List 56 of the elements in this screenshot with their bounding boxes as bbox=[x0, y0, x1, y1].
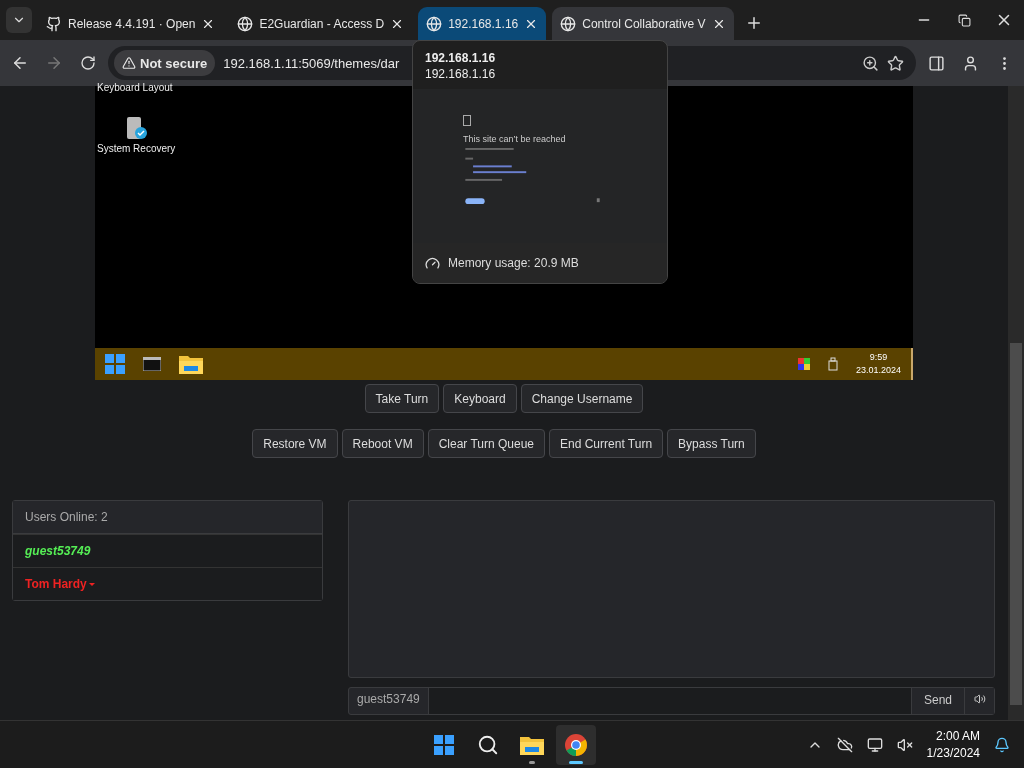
preview-title: 192.168.1.16 bbox=[425, 51, 497, 65]
vm-control-button[interactable]: Change Username bbox=[520, 384, 644, 413]
volume-muted-icon[interactable] bbox=[896, 736, 913, 753]
cloud-off-icon[interactable] bbox=[836, 736, 853, 753]
preview-url: 192.168.1.16 bbox=[425, 67, 497, 81]
browser-tab[interactable]: Release 4.4.191 · Open bbox=[38, 7, 224, 40]
vm-clock-time: 9:59 bbox=[869, 351, 888, 364]
back-icon[interactable] bbox=[11, 54, 29, 72]
vm-control-button[interactable]: Bypass Turn bbox=[667, 429, 756, 458]
folder-icon[interactable] bbox=[520, 734, 544, 755]
search-icon[interactable] bbox=[477, 733, 499, 756]
clock-time[interactable]: 2:00 AM bbox=[935, 727, 980, 745]
reload-icon[interactable] bbox=[80, 55, 96, 71]
security-chip[interactable]: Not secure bbox=[114, 50, 216, 76]
gauge-icon bbox=[425, 255, 440, 271]
browser-tab[interactable]: 192.168.1.16 bbox=[418, 7, 547, 40]
clock-date[interactable]: 1/23/2024 bbox=[926, 744, 980, 762]
github-icon bbox=[46, 15, 62, 32]
vm-control-button[interactable]: Restore VM bbox=[252, 429, 338, 458]
user-name[interactable]: Tom Hardy bbox=[25, 577, 95, 591]
vm-control-button[interactable]: Take Turn bbox=[364, 384, 440, 413]
usb-icon bbox=[827, 357, 838, 371]
taskbar-app[interactable] bbox=[556, 724, 596, 765]
vm-control-button[interactable]: Keyboard bbox=[443, 384, 517, 413]
side-panel-icon[interactable] bbox=[927, 54, 945, 72]
thumbnail-heading: This site can’t be reached bbox=[463, 134, 567, 144]
vm-control-button[interactable]: Reboot VM bbox=[341, 429, 424, 458]
windows-logo-icon[interactable] bbox=[105, 354, 125, 374]
browser-tab[interactable]: E2Guardian - Access D bbox=[229, 7, 413, 40]
vm-control-button[interactable]: End Current Turn bbox=[549, 429, 664, 458]
color-app-icon bbox=[797, 358, 810, 370]
scrollbar-thumb[interactable] bbox=[1010, 343, 1022, 705]
chrome-icon[interactable] bbox=[564, 732, 588, 757]
warning-icon bbox=[122, 56, 136, 70]
user-name[interactable]: guest53749 bbox=[25, 544, 91, 558]
terminal-icon[interactable] bbox=[143, 357, 161, 371]
folder-icon[interactable] bbox=[179, 354, 203, 374]
network-icon[interactable] bbox=[866, 736, 883, 753]
users-online-header: Users Online: 2 bbox=[13, 501, 322, 534]
tab-list-button[interactable] bbox=[6, 7, 32, 33]
windows-logo-icon[interactable] bbox=[434, 734, 454, 755]
notification-bell-icon[interactable] bbox=[994, 736, 1010, 753]
drive-check-icon[interactable] bbox=[124, 115, 149, 141]
vm-clock-date: 23.01.2024 bbox=[855, 364, 901, 377]
restore-icon[interactable] bbox=[957, 13, 971, 27]
globe-icon bbox=[560, 15, 577, 32]
vm-control-button[interactable]: Clear Turn Queue bbox=[427, 429, 545, 458]
memory-usage: Memory usage: 20.9 MB bbox=[448, 256, 579, 270]
globe-icon bbox=[426, 15, 443, 32]
bookmark-star-icon[interactable] bbox=[887, 54, 904, 72]
document-icon bbox=[463, 115, 471, 126]
forward-icon[interactable] bbox=[45, 54, 63, 72]
browser-tab[interactable]: Control Collaborative V bbox=[552, 7, 734, 40]
globe-icon bbox=[237, 15, 254, 32]
zoom-icon[interactable] bbox=[862, 54, 879, 72]
desktop-icon-label: System Recovery bbox=[97, 143, 176, 154]
